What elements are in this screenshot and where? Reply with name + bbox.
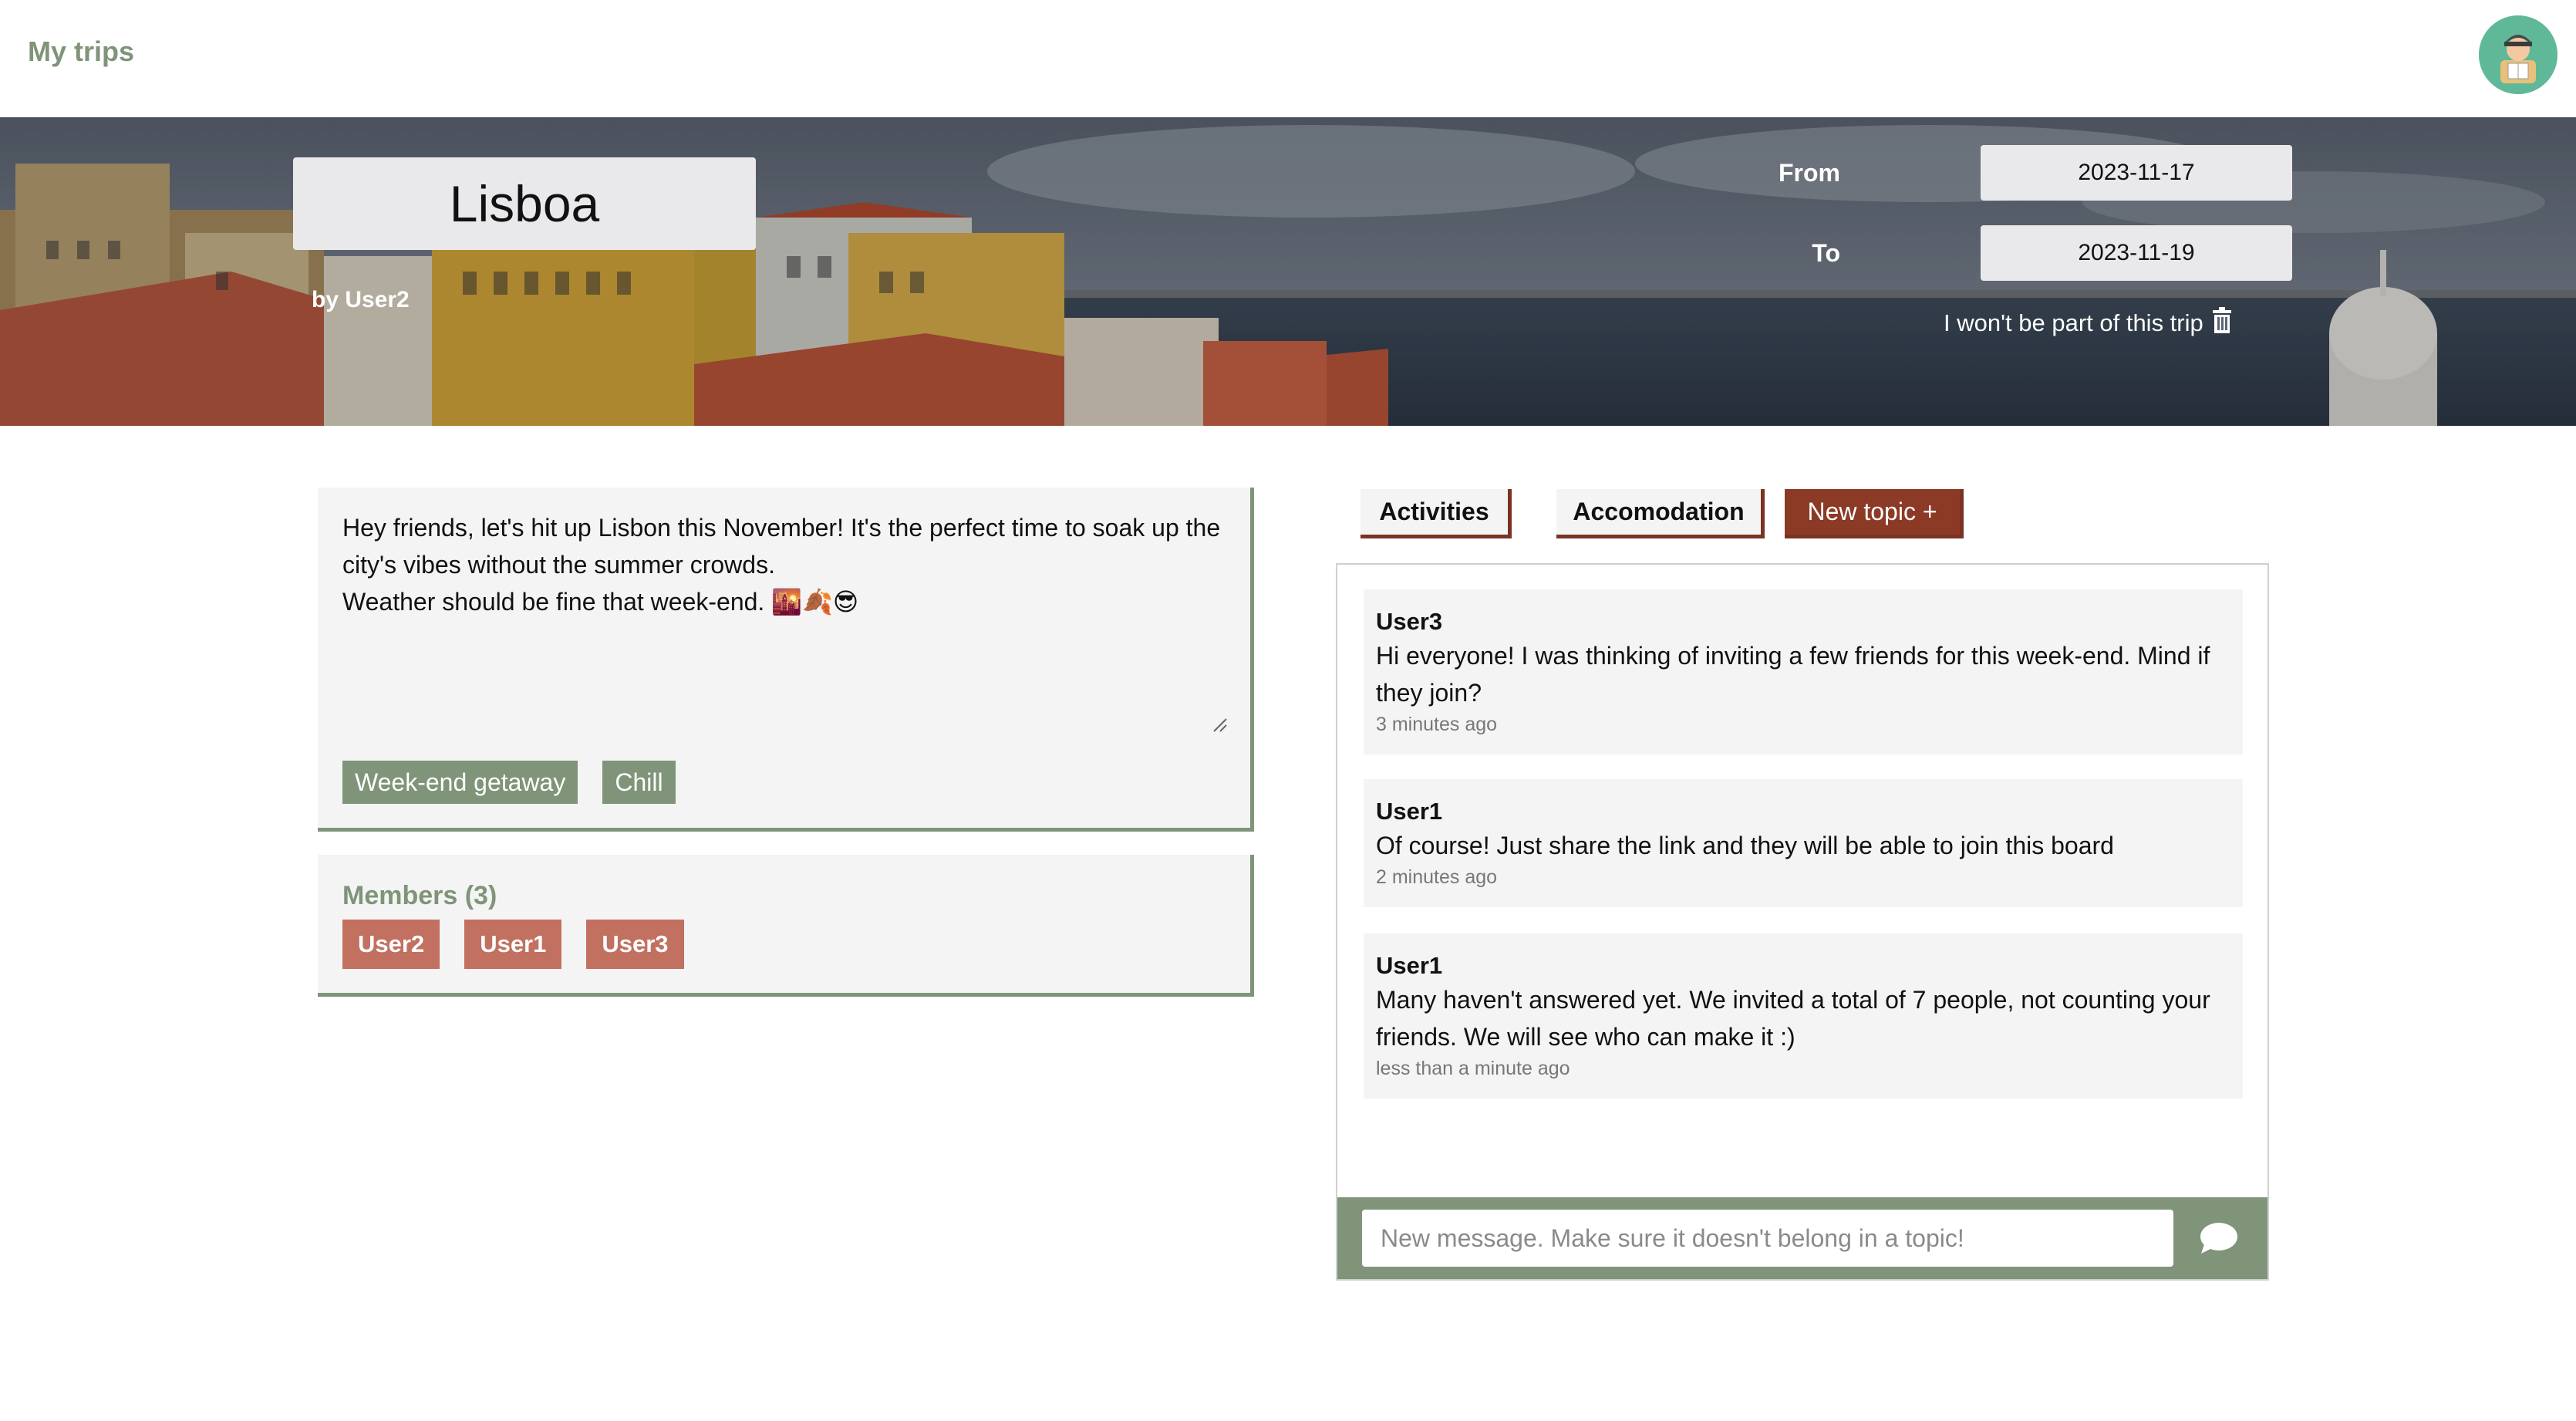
members-title: Members (3) xyxy=(342,881,497,910)
trip-hero: Lisboa by User2 From 2023-11-17 To 2023-… xyxy=(0,117,2576,426)
message-time: 2 minutes ago xyxy=(1376,866,1498,888)
tab-activities[interactable]: Activities xyxy=(1360,489,1512,538)
member-user3[interactable]: User3 xyxy=(586,920,684,969)
from-label: From xyxy=(1779,159,1840,187)
members-list: User2 User1 User3 xyxy=(342,920,684,969)
leave-trip-button[interactable]: I won't be part of this trip xyxy=(1944,307,2233,339)
trip-title[interactable]: Lisboa xyxy=(293,157,756,250)
message-author: User3 xyxy=(1376,608,1443,635)
tag-week-end-getaway[interactable]: Week-end getaway xyxy=(342,761,578,804)
traveler-avatar-icon[interactable] xyxy=(2479,15,2557,94)
tag-chill[interactable]: Chill xyxy=(602,761,676,804)
message-author: User1 xyxy=(1376,798,1443,825)
member-user1[interactable]: User1 xyxy=(464,920,562,969)
trip-author: by User2 xyxy=(312,287,410,312)
tab-accomodation[interactable]: Accomodation xyxy=(1556,489,1765,538)
member-user2[interactable]: User2 xyxy=(342,920,440,969)
message-text: Of course! Just share the link and they … xyxy=(1376,832,2114,859)
trip-tags: Week-end getaway Chill xyxy=(342,761,676,804)
send-message-button[interactable] xyxy=(2193,1213,2244,1264)
speech-bubble-icon xyxy=(2200,1223,2237,1254)
trash-icon xyxy=(2211,307,2233,339)
to-date-input[interactable]: 2023-11-19 xyxy=(1981,225,2292,281)
message-author: User1 xyxy=(1376,952,1443,979)
leave-trip-label: I won't be part of this trip xyxy=(1944,309,2203,336)
to-label: To xyxy=(1812,239,1840,267)
chat-message: User3 Hi everyone! I was thinking of inv… xyxy=(1364,589,2243,754)
chat-panel: User3 Hi everyone! I was thinking of inv… xyxy=(1336,563,2269,1281)
my-trips-link[interactable]: My trips xyxy=(28,35,134,68)
chat-message: User1 Many haven't answered yet. We invi… xyxy=(1364,933,2243,1099)
trip-description-panel: Hey friends, let's hit up Lisbon this No… xyxy=(318,488,1254,832)
trip-description-textarea[interactable]: Hey friends, let's hit up Lisbon this No… xyxy=(342,509,1229,700)
message-text: Hi everyone! I was thinking of inviting … xyxy=(1376,642,2210,707)
members-panel: Members (3) User2 User1 User3 xyxy=(318,855,1254,997)
top-bar: My trips xyxy=(0,0,2576,117)
chat-composer xyxy=(1337,1197,2267,1279)
from-date-input[interactable]: 2023-11-17 xyxy=(1981,145,2292,201)
message-time: 3 minutes ago xyxy=(1376,714,1498,735)
new-message-input[interactable] xyxy=(1362,1210,2173,1267)
chat-message: User1 Of course! Just share the link and… xyxy=(1364,779,2243,907)
message-text: Many haven't answered yet. We invited a … xyxy=(1376,986,2210,1051)
new-topic-button[interactable]: New topic + xyxy=(1785,489,1964,538)
resize-handle-icon[interactable] xyxy=(1211,716,1228,733)
message-time: less than a minute ago xyxy=(1376,1058,1570,1079)
